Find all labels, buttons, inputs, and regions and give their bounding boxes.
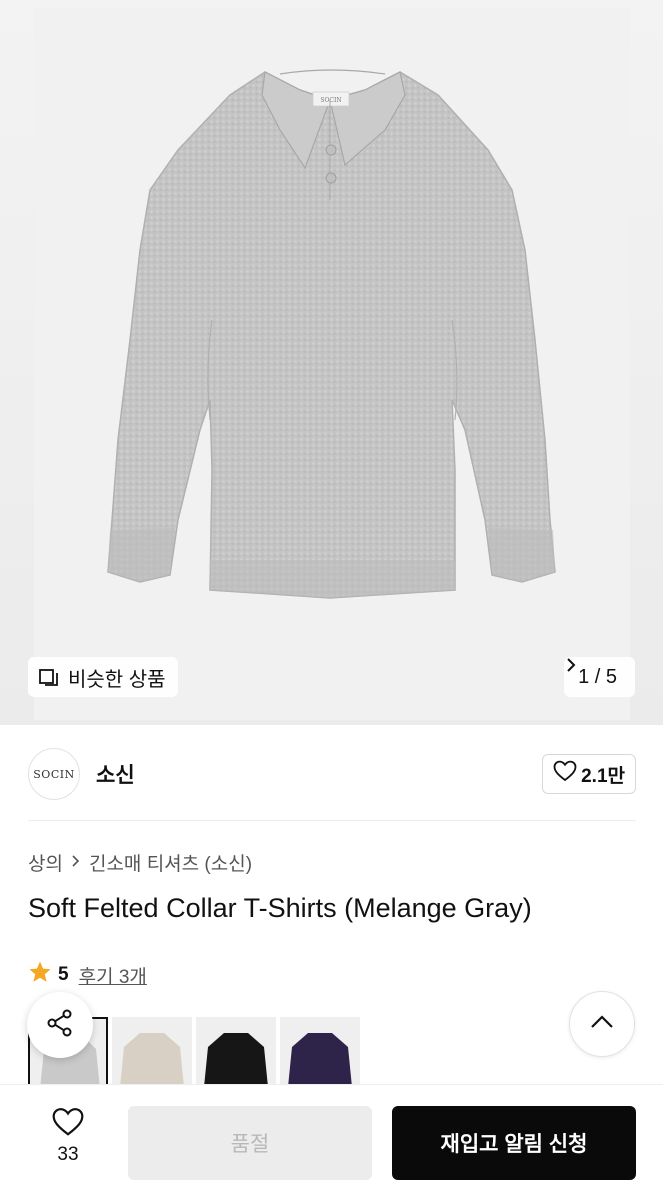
- breadcrumb-category[interactable]: 상의: [28, 849, 63, 876]
- neck-tag-text: SOCIN: [320, 97, 341, 104]
- heart-outline-icon: [553, 760, 577, 788]
- chevron-right-icon: [71, 852, 81, 874]
- scroll-top-button[interactable]: [569, 991, 635, 1057]
- divider: [28, 820, 636, 821]
- bottom-action-bar: 33 품절 재입고 알림 신청: [0, 1084, 663, 1200]
- pager-text: 1 / 5: [578, 665, 617, 688]
- breadcrumb-subcategory[interactable]: 긴소매 티셔츠 (소신): [89, 849, 252, 876]
- heart-outline-icon: [51, 1107, 85, 1142]
- brand-row: SOCIN 소신 2.1만: [28, 746, 636, 802]
- product-image-carousel[interactable]: SOCIN 비슷한 상품 1 / 5: [0, 0, 663, 725]
- brand-logo[interactable]: SOCIN: [28, 748, 80, 800]
- similar-products-button[interactable]: 비슷한 상품: [28, 657, 178, 697]
- wishlist-button[interactable]: 33: [38, 1107, 98, 1166]
- share-button[interactable]: [27, 992, 93, 1058]
- brand-like-button[interactable]: 2.1만: [542, 754, 636, 794]
- share-icon: [45, 1008, 75, 1043]
- breadcrumb: 상의 긴소매 티셔츠 (소신): [28, 849, 252, 876]
- soldout-button: 품절: [128, 1106, 372, 1180]
- chevron-up-icon: [589, 1014, 615, 1035]
- similar-products-icon: [38, 666, 60, 688]
- brand-like-count: 2.1만: [581, 765, 625, 787]
- star-icon: [28, 960, 52, 990]
- wishlist-count: 33: [57, 1144, 79, 1165]
- similar-products-label: 비슷한 상품: [68, 668, 166, 691]
- rating-score: 5: [58, 964, 69, 985]
- brand-name[interactable]: 소신: [96, 759, 135, 789]
- image-pager[interactable]: 1 / 5: [564, 657, 635, 697]
- reviews-link[interactable]: 후기 3개: [79, 962, 147, 989]
- product-image: SOCIN: [107, 69, 556, 599]
- restock-notify-button[interactable]: 재입고 알림 신청: [392, 1106, 636, 1180]
- product-title: Soft Felted Collar T-Shirts (Melange Gra…: [28, 893, 532, 923]
- rating-row: 5 후기 3개: [28, 960, 147, 990]
